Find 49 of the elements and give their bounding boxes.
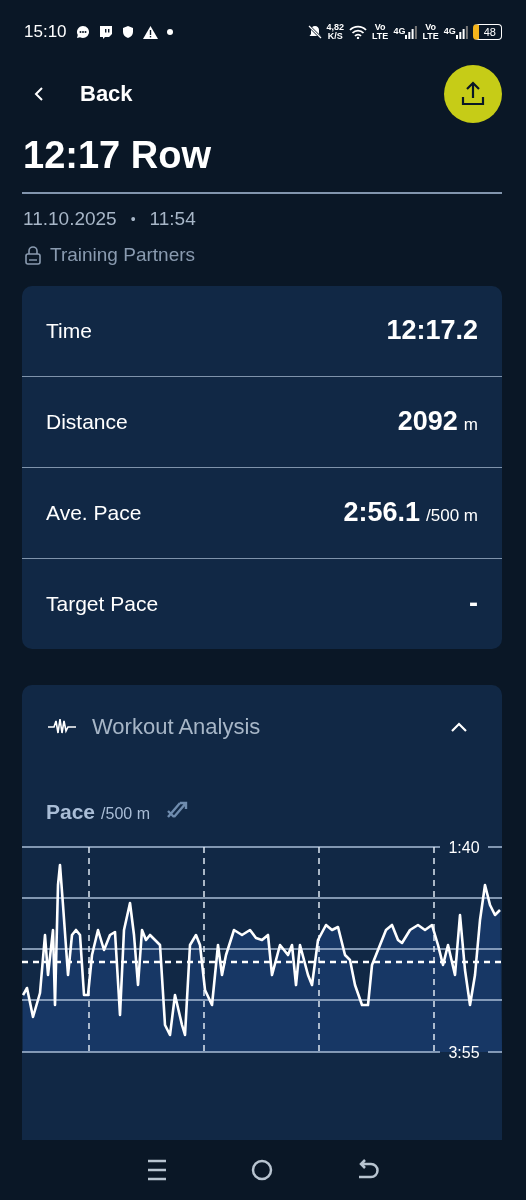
axis-label: 3:55 [448,1043,480,1061]
speed-unit: K/S [327,32,343,41]
metric-value: 2:56.1 [343,497,420,528]
share-button[interactable] [444,65,502,123]
chart-unit: /500 m [101,804,150,823]
metric-label: Ave. Pace [46,500,142,525]
menu-icon[interactable] [147,1159,167,1181]
metric-label: Distance [46,409,128,434]
network-type: 4G [443,25,456,36]
back-button[interactable]: Back [34,81,133,107]
warning-icon [142,25,158,39]
shield-icon [121,25,134,39]
lte-label: LTE [372,32,389,41]
chat-icon [75,25,90,39]
axis-label: 1:40 [448,838,480,856]
upload-icon [459,80,487,108]
home-icon[interactable] [251,1159,273,1181]
battery-indicator: 48 [472,24,502,40]
section-title: Workout Analysis [92,713,262,740]
workout-time: 11:54 [149,207,196,230]
lock-icon [24,244,42,265]
metric-value: 2092 [397,406,458,437]
volte-label: Vo [374,23,386,32]
metric-unit: m [463,415,478,435]
metric-value: - [469,588,478,619]
workout-date: 11.10.2025 [23,207,117,230]
separator-dot: • [130,210,136,227]
workout-title: 12:17 Row [23,133,212,178]
wifi-icon [349,25,368,39]
lte-label: LTE [422,32,439,41]
volte-label: Vo [425,23,436,32]
waveform-icon [48,717,76,736]
status-time: 15:10 [24,22,67,42]
collapse-button[interactable] [450,720,468,733]
bell-off-icon [307,25,322,39]
signal-icon [455,25,468,39]
network-type: 4G [393,25,406,36]
message-icon [98,25,113,39]
chart-title: Pace [46,799,96,824]
signal-icon [405,25,418,39]
speed-value: 4,82 [326,23,345,32]
visibility-label: Training Partners [50,243,196,266]
back-nav-icon[interactable] [357,1159,379,1181]
metric-unit: /500 m [426,506,478,526]
metric-label: Time [46,318,92,343]
chevron-left-icon [34,86,44,102]
metric-value: 12:17.2 [386,315,478,346]
metric-label: Target Pace [46,591,159,616]
dot-icon [166,29,173,35]
